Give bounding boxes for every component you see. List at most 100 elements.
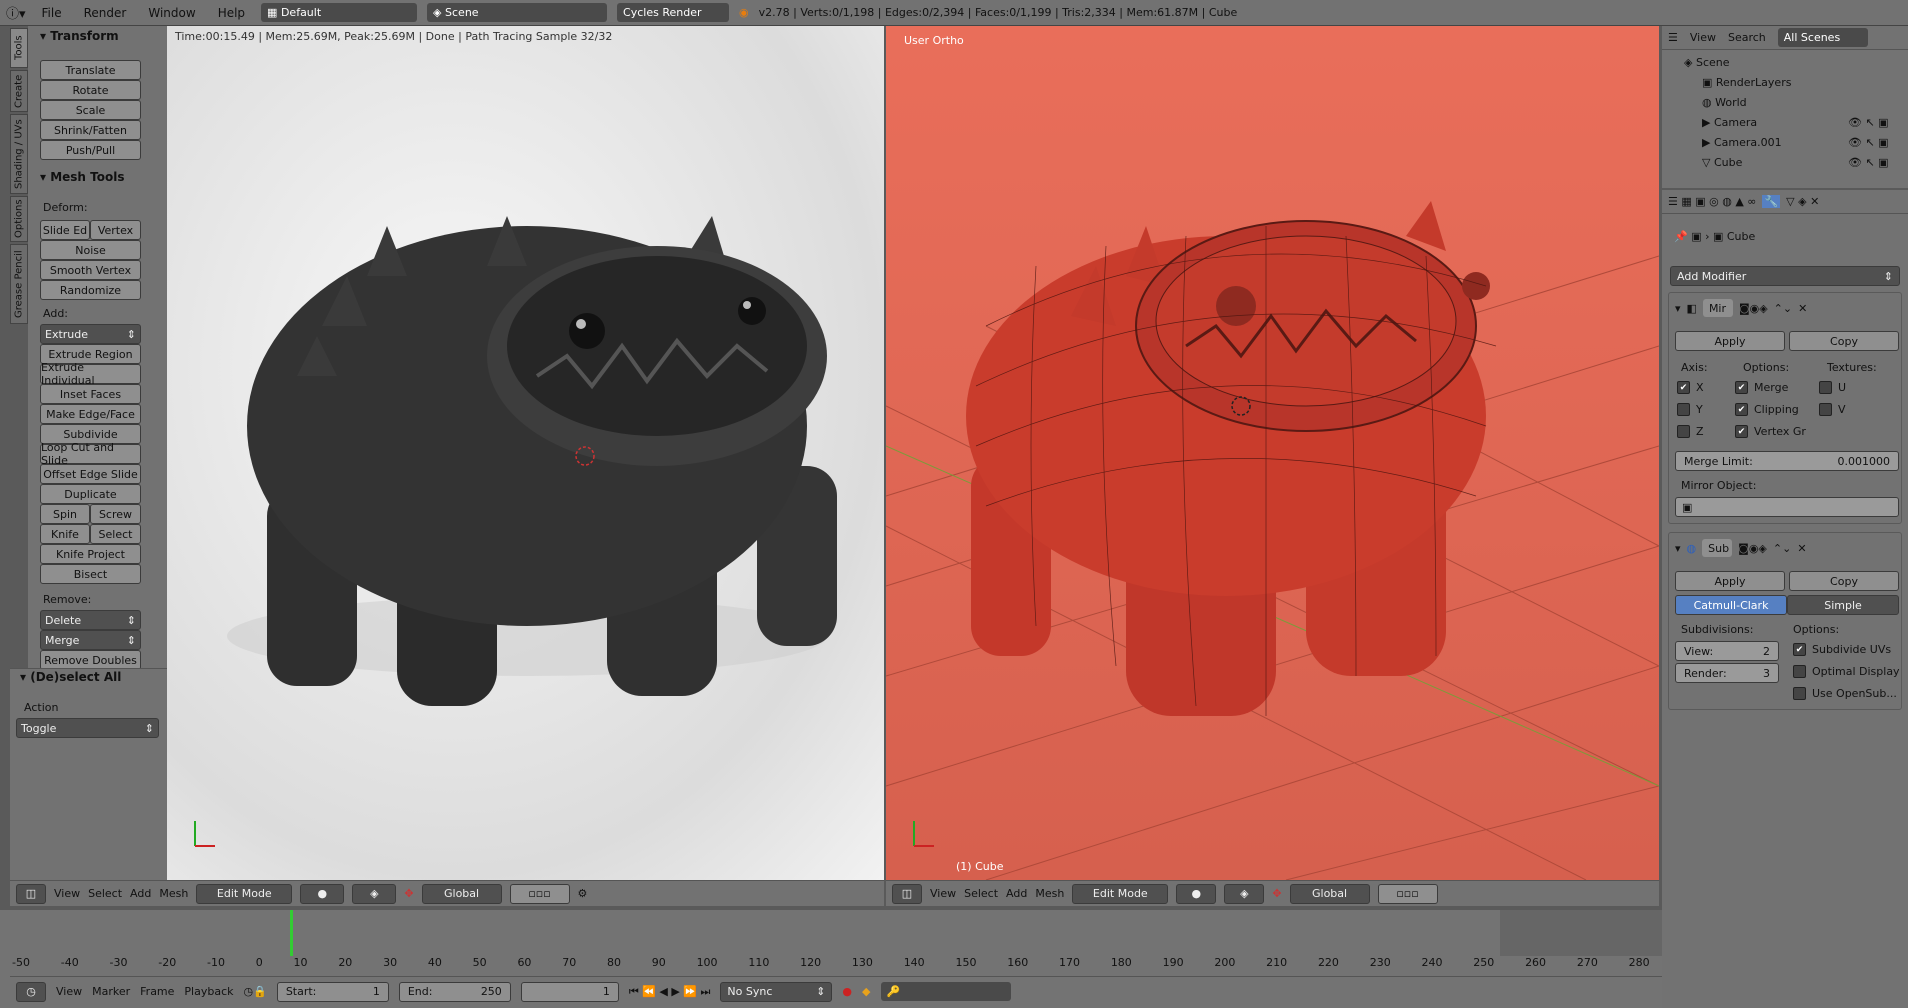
mesh-viewport[interactable]: User Ortho (1) Cube xyxy=(886,26,1659,880)
duplicate-button[interactable]: Duplicate xyxy=(40,484,141,504)
smooth-vertex-button[interactable]: Smooth Vertex xyxy=(40,260,141,280)
view-levels-field[interactable]: View: 2 xyxy=(1675,641,1779,661)
inset-faces-button[interactable]: Inset Faces xyxy=(40,384,141,404)
outliner-item-scene[interactable]: ◈ Scene xyxy=(1684,56,1730,69)
remove-doubles-button[interactable]: Remove Doubles xyxy=(40,650,141,670)
keying-set-field[interactable]: 🔑 xyxy=(880,982,1011,1001)
catmull-clark-button[interactable]: Catmull-Clark xyxy=(1675,595,1787,615)
pivot-select[interactable]: ◈ xyxy=(352,883,397,904)
subsurf-name-field[interactable]: Sub xyxy=(1702,539,1733,557)
frame-menu[interactable]: Frame xyxy=(140,985,174,998)
mirror-apply-button[interactable]: Apply xyxy=(1675,331,1785,351)
editor-type-button[interactable]: ◫ xyxy=(892,883,922,904)
sync-mode-dropdown[interactable]: No Sync ⇕ xyxy=(720,981,833,1002)
knife-project-button[interactable]: Knife Project xyxy=(40,544,141,564)
outliner-editor-icon[interactable]: ☰ xyxy=(1668,31,1678,44)
outliner-item-renderlayers[interactable]: ▣ RenderLayers xyxy=(1702,76,1791,89)
pivot-select[interactable]: ◈ xyxy=(1224,883,1265,904)
mesh-menu[interactable]: Mesh xyxy=(159,887,188,900)
select-mode-buttons[interactable]: ▫▫▫ xyxy=(1377,883,1438,904)
mirror-name-field[interactable]: Mir xyxy=(1702,299,1733,317)
translate-button[interactable]: Translate xyxy=(40,60,141,80)
record-icon[interactable]: ● xyxy=(842,985,852,998)
playback-controls-icon[interactable]: ⏮ ⏪ ◀ ▶ ⏩ ⏭ xyxy=(629,985,711,999)
transform-panel-header[interactable]: ▾ Transform xyxy=(40,29,119,43)
tab-options[interactable]: Options xyxy=(10,196,28,242)
vertex-groups-checkbox[interactable]: ✔ Vertex Gr xyxy=(1735,425,1806,438)
make-edge-face-button[interactable]: Make Edge/Face xyxy=(40,404,141,424)
slide-vertex-button[interactable]: Vertex xyxy=(90,220,141,240)
shading-select[interactable]: ● xyxy=(1176,883,1217,904)
outliner-item-camera[interactable]: ▶ Camera xyxy=(1702,116,1757,129)
mode-select[interactable]: Edit Mode xyxy=(1072,883,1169,904)
add-modifier-dropdown[interactable]: Add Modifier ⇕ xyxy=(1670,266,1900,286)
extrude-dropdown[interactable]: Extrude ⇕ xyxy=(40,324,141,344)
mirror-copy-button[interactable]: Copy xyxy=(1789,331,1899,351)
properties-context-tabs[interactable]: ☰ ▦ ▣ ◎ ◍ ▲ ∞ 🔧 ▽ ◈ ✕ xyxy=(1662,190,1908,214)
spin-button[interactable]: Spin xyxy=(40,504,90,524)
outliner-item-cube[interactable]: ▽ Cube xyxy=(1702,156,1742,169)
manipulator-icon[interactable]: ✥ xyxy=(1272,887,1281,900)
subdivide-uvs-checkbox[interactable]: ✔ Subdivide UVs xyxy=(1793,643,1891,656)
playback-menu[interactable]: Playback xyxy=(184,985,233,998)
add-menu[interactable]: Add xyxy=(1006,887,1027,900)
tab-grease-pencil[interactable]: Grease Pencil xyxy=(10,244,28,324)
outliner-view-menu[interactable]: View xyxy=(1690,31,1716,44)
preview-range-icon[interactable]: ◷🔒 xyxy=(244,985,267,998)
view-menu[interactable]: View xyxy=(54,887,80,900)
tab-shading-uvs[interactable]: Shading / UVs xyxy=(10,114,28,194)
knife-button[interactable]: Knife xyxy=(40,524,90,544)
mesh-tools-panel-header[interactable]: ▾ Mesh Tools xyxy=(40,170,124,184)
outliner-item-world[interactable]: ◍ World xyxy=(1702,96,1747,109)
visibility-eye-icon[interactable]: 👁 ↖ ▣ xyxy=(1848,116,1889,129)
manipulator-icon[interactable]: ✥ xyxy=(404,887,413,900)
offset-edge-slide-button[interactable]: Offset Edge Slide xyxy=(40,464,141,484)
orientation-select[interactable]: Global xyxy=(421,883,502,904)
tab-create[interactable]: Create xyxy=(10,70,28,112)
select-menu[interactable]: Select xyxy=(964,887,998,900)
marker-menu[interactable]: Marker xyxy=(92,985,130,998)
simple-button[interactable]: Simple xyxy=(1787,595,1899,615)
mirror-object-field[interactable]: ▣ xyxy=(1675,497,1899,517)
merge-limit-field[interactable]: Merge Limit: 0.001000 xyxy=(1675,451,1899,471)
scale-button[interactable]: Scale xyxy=(40,100,141,120)
knife-select-button[interactable]: Select xyxy=(90,524,141,544)
select-menu[interactable]: Select xyxy=(88,887,122,900)
menu-help[interactable]: Help xyxy=(212,6,251,20)
rotate-button[interactable]: Rotate xyxy=(40,80,141,100)
menu-render[interactable]: Render xyxy=(78,6,133,20)
current-frame-field[interactable]: 1 xyxy=(520,981,619,1002)
view-menu[interactable]: View xyxy=(930,887,956,900)
axis-z-checkbox[interactable]: Z xyxy=(1677,425,1704,438)
close-icon[interactable]: ✕ xyxy=(1797,542,1806,555)
subsurf-apply-button[interactable]: Apply xyxy=(1675,571,1785,591)
merge-checkbox[interactable]: ✔ Merge xyxy=(1735,381,1788,394)
clipping-checkbox[interactable]: ✔ Clipping xyxy=(1735,403,1799,416)
occlude-icon[interactable]: ⚙ xyxy=(578,887,588,900)
axis-y-checkbox[interactable]: Y xyxy=(1677,403,1703,416)
push-pull-button[interactable]: Push/Pull xyxy=(40,140,141,160)
render-levels-field[interactable]: Render: 3 xyxy=(1675,663,1779,683)
keying-set-icon[interactable]: ◆ xyxy=(862,985,870,998)
texture-u-checkbox[interactable]: U xyxy=(1819,381,1846,394)
axis-x-checkbox[interactable]: ✔ X xyxy=(1677,381,1704,394)
render-engine-select[interactable]: Cycles Render xyxy=(617,3,730,22)
extrude-individual-button[interactable]: Extrude Individual xyxy=(40,361,141,387)
randomize-button[interactable]: Randomize xyxy=(40,280,141,300)
mesh-menu[interactable]: Mesh xyxy=(1035,887,1064,900)
mode-select[interactable]: Edit Mode xyxy=(196,883,293,904)
editor-type-button[interactable]: ◫ xyxy=(16,883,46,904)
action-dropdown[interactable]: Toggle ⇕ xyxy=(16,718,159,738)
slide-edge-button[interactable]: Slide Ed xyxy=(40,220,90,240)
outliner-item-camera001[interactable]: ▶ Camera.001 xyxy=(1702,136,1782,149)
editor-type-button[interactable]: ◷ xyxy=(16,981,46,1002)
menu-window[interactable]: Window xyxy=(142,6,201,20)
loop-cut-button[interactable]: Loop Cut and Slide xyxy=(40,441,141,467)
optimal-display-checkbox[interactable]: Optimal Display xyxy=(1793,665,1900,678)
display-mode-select[interactable]: All Scenes xyxy=(1777,28,1868,47)
merge-dropdown[interactable]: Merge ⇕ xyxy=(40,630,141,650)
menu-file[interactable]: File xyxy=(36,6,68,20)
render-viewport[interactable]: Time:00:15.49 | Mem:25.69M, Peak:25.69M … xyxy=(167,26,884,880)
bisect-button[interactable]: Bisect xyxy=(40,564,141,584)
select-mode-buttons[interactable]: ▫▫▫ xyxy=(509,883,570,904)
